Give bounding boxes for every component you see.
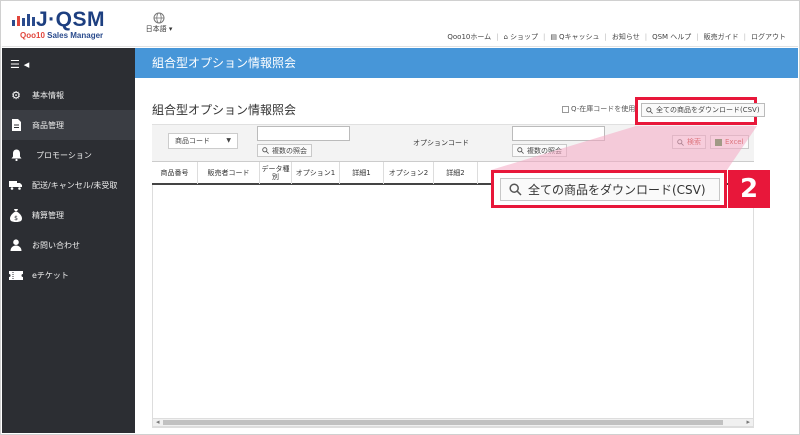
column-header[interactable]: オプション1 xyxy=(292,162,340,184)
zoom-callout: 全ての商品をダウンロード(CSV) xyxy=(491,170,727,208)
column-header[interactable]: データ種別 xyxy=(260,162,292,184)
person-icon xyxy=(9,238,23,252)
column-header[interactable]: 販売者コード xyxy=(198,162,260,184)
sidebar-item-product-management[interactable]: 商品管理 xyxy=(2,110,135,140)
link-qoo10-home[interactable]: Qoo10ホーム xyxy=(447,32,491,42)
language-label: 日本語 xyxy=(145,25,167,33)
search-icon xyxy=(262,147,269,154)
search-icon xyxy=(646,106,653,114)
option-code-label: オプションコード xyxy=(413,139,469,147)
sidebar-item-settlement[interactable]: $ 精算管理 xyxy=(2,200,135,230)
table-body xyxy=(152,185,754,428)
sidebar-item-shipping[interactable]: 配送/キャンセル/未受取 xyxy=(2,170,135,200)
scroll-left-icon[interactable]: ◂ xyxy=(156,418,160,426)
home-icon: ⌂ xyxy=(503,33,508,41)
option-code-input[interactable] xyxy=(512,126,605,141)
horizontal-scrollbar[interactable]: ◂ ▸ xyxy=(152,418,754,427)
multi-search-button-1[interactable]: 複数の照会 xyxy=(257,144,312,157)
product-code-input[interactable] xyxy=(257,126,350,141)
stock-code-label: Q-在庫コードを使用 xyxy=(571,105,636,113)
link-sales-guide[interactable]: 販売ガイド xyxy=(704,32,739,42)
top-links: Qoo10ホーム | ⌂ ショップ | ▤ Qキャッシュ | お知らせ | QSM ヘルプ |… xyxy=(447,32,786,42)
download-highlight: 全ての商品をダウンロード(CSV) xyxy=(635,97,765,125)
scrollbar-thumb[interactable] xyxy=(163,420,723,425)
stock-code-checkbox[interactable] xyxy=(562,105,569,113)
link-qcash[interactable]: Qキャッシュ xyxy=(559,32,600,42)
column-header[interactable]: 詳細1 xyxy=(340,162,384,184)
search-icon xyxy=(517,147,524,154)
sidebar-item-inquiry[interactable]: お問い合わせ xyxy=(2,230,135,260)
chevron-down-icon: ▼ xyxy=(226,137,231,144)
download-all-csv-button[interactable]: 全ての商品をダウンロード(CSV) xyxy=(641,103,765,117)
sidebar-item-basic-info[interactable]: ⚙ 基本情報 xyxy=(2,80,135,110)
column-header[interactable]: 商品番号 xyxy=(152,162,198,184)
search-button[interactable]: 検索 xyxy=(672,135,706,149)
ticket-icon xyxy=(9,268,23,282)
menu-toggle-icon[interactable]: ☰ ◂ xyxy=(10,58,29,71)
download-all-csv-button-zoomed[interactable]: 全ての商品をダウンロード(CSV) xyxy=(500,178,720,201)
search-icon xyxy=(677,138,684,146)
logo-title: J·QSM xyxy=(36,8,106,31)
logo-subtitle: Qoo10 Sales Manager xyxy=(20,31,104,40)
excel-button[interactable]: Excel xyxy=(710,135,749,149)
link-shop[interactable]: ショップ xyxy=(510,32,538,42)
document-icon xyxy=(9,118,23,132)
sidebar: ☰ ◂ ⚙ 基本情報 商品管理 プロモーション 配送/キャンセル/未受取 $ 精算… xyxy=(2,48,135,433)
step-number-badge: 2 xyxy=(728,170,770,208)
page-header-bar: 組合型オプション情報照会 xyxy=(135,48,798,78)
jqsm-logo[interactable]: J·QSM Qoo10 Sales Manager xyxy=(12,8,132,42)
truck-icon xyxy=(9,178,23,192)
sidebar-item-promotion[interactable]: プロモーション xyxy=(2,140,135,170)
stock-code-option[interactable]: Q-在庫コードを使用 xyxy=(562,104,635,114)
globe-icon xyxy=(153,12,165,24)
logo-bars-icon xyxy=(12,14,35,26)
column-header[interactable]: 詳細2 xyxy=(434,162,478,184)
excel-icon xyxy=(715,138,722,146)
cash-icon: ▤ xyxy=(550,33,557,41)
link-notice[interactable]: お知らせ xyxy=(612,32,640,42)
page-title: 組合型オプション情報照会 xyxy=(152,103,297,117)
multi-search-button-2[interactable]: 複数の照会 xyxy=(512,144,567,157)
search-icon xyxy=(509,183,522,196)
product-code-select[interactable]: 商品コード ▼ xyxy=(168,133,238,149)
top-header: J·QSM Qoo10 Sales Manager 日本語 ▾ Qoo10ホーム… xyxy=(2,2,798,47)
link-logout[interactable]: ログアウト xyxy=(751,32,786,42)
gears-icon: ⚙ xyxy=(11,88,21,102)
money-bag-icon: $ xyxy=(9,208,23,222)
scroll-right-icon[interactable]: ▸ xyxy=(746,418,750,426)
column-header[interactable]: オプション2 xyxy=(384,162,434,184)
language-selector[interactable]: 日本語 ▾ xyxy=(144,12,174,34)
svg-text:$: $ xyxy=(14,215,18,222)
link-qsm-help[interactable]: QSM ヘルプ xyxy=(652,32,691,42)
bell-icon xyxy=(9,148,23,162)
sidebar-item-e-ticket[interactable]: eチケット xyxy=(2,260,135,290)
